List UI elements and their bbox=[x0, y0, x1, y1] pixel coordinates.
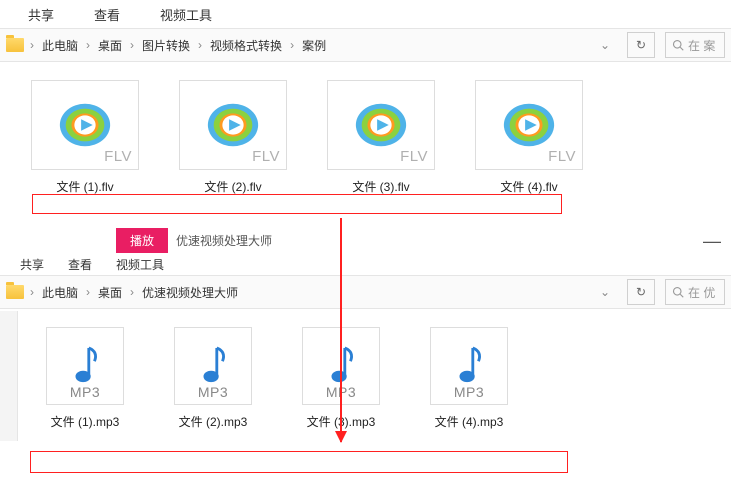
search-input[interactable]: 在 案 bbox=[665, 32, 725, 58]
ribbon-tabs: 共享 查看 视频工具 bbox=[0, 253, 731, 275]
file-item[interactable]: FLV 文件 (1).flv bbox=[25, 80, 145, 195]
ext-label: FLV bbox=[400, 148, 428, 165]
crumb[interactable]: 图片转换 bbox=[138, 35, 194, 56]
music-note-icon bbox=[66, 342, 104, 390]
tab-video-tools[interactable]: 视频工具 bbox=[152, 1, 220, 28]
file-item[interactable]: FLV 文件 (4).flv bbox=[469, 80, 589, 195]
ribbon-tabs: 共享 查看 视频工具 bbox=[0, 0, 731, 28]
music-note-icon bbox=[194, 342, 232, 390]
ext-label: FLV bbox=[252, 148, 280, 165]
chevron-icon: › bbox=[196, 38, 204, 52]
crumb[interactable]: 桌面 bbox=[94, 35, 126, 56]
chevron-icon: › bbox=[28, 285, 36, 299]
dropdown-icon[interactable]: ⌄ bbox=[593, 33, 617, 57]
file-grid: MP3 文件 (1).mp3 MP3 文件 (2).mp3 MP3 文件 (3)… bbox=[0, 309, 731, 440]
explorer-window-top: 共享 查看 视频工具 › 此电脑 › 桌面 › 图片转换 › 视频格式转换 › … bbox=[0, 0, 731, 213]
file-thumbnail: FLV bbox=[179, 80, 287, 170]
chevron-icon: › bbox=[128, 285, 136, 299]
file-item[interactable]: FLV 文件 (3).flv bbox=[321, 80, 441, 195]
filename: 文件 (3).mp3 bbox=[296, 409, 386, 430]
minimize-button[interactable]: — bbox=[703, 231, 721, 252]
crumb[interactable]: 优速视频处理大师 bbox=[138, 282, 242, 303]
tab-view[interactable]: 查看 bbox=[86, 1, 128, 28]
filename: 文件 (4).mp3 bbox=[424, 409, 514, 430]
file-thumbnail: MP3 bbox=[430, 327, 508, 405]
music-note-icon bbox=[322, 342, 360, 390]
crumb[interactable]: 桌面 bbox=[94, 282, 126, 303]
refresh-button[interactable]: ↻ bbox=[627, 279, 655, 305]
address-toolbar: › 此电脑 › 桌面 › 图片转换 › 视频格式转换 › 案例 ⌄ ↻ 在 案 bbox=[0, 28, 731, 62]
ext-label: MP3 bbox=[70, 384, 100, 400]
crumb[interactable]: 案例 bbox=[298, 35, 330, 56]
file-thumbnail: FLV bbox=[475, 80, 583, 170]
file-item[interactable]: MP3 文件 (4).mp3 bbox=[424, 327, 514, 430]
ext-label: MP3 bbox=[326, 384, 356, 400]
tab-share[interactable]: 共享 bbox=[20, 256, 44, 273]
chevron-icon: › bbox=[128, 38, 136, 52]
chevron-icon: › bbox=[84, 38, 92, 52]
filename: 文件 (1).mp3 bbox=[40, 409, 130, 430]
music-note-icon bbox=[450, 342, 488, 390]
ext-label: MP3 bbox=[198, 384, 228, 400]
filename: 文件 (2).mp3 bbox=[168, 409, 258, 430]
nav-pane-strip bbox=[0, 311, 18, 441]
crumb[interactable]: 视频格式转换 bbox=[206, 35, 286, 56]
search-icon bbox=[672, 286, 684, 298]
video-play-icon bbox=[352, 101, 410, 149]
file-grid: FLV 文件 (1).flv FLV 文件 (2).flv FLV 文件 (3)… bbox=[0, 62, 731, 213]
tab-play[interactable]: 播放 bbox=[116, 228, 168, 253]
file-item[interactable]: MP3 文件 (2).mp3 bbox=[168, 327, 258, 430]
chevron-icon: › bbox=[28, 38, 36, 52]
filename: 文件 (2).flv bbox=[173, 174, 293, 195]
file-thumbnail: FLV bbox=[31, 80, 139, 170]
tab-view[interactable]: 查看 bbox=[68, 256, 92, 273]
explorer-window-bottom: 播放 优速视频处理大师 共享 查看 视频工具 — › 此电脑 › 桌面 › 优速… bbox=[0, 225, 731, 440]
tab-video-tools[interactable]: 视频工具 bbox=[116, 256, 164, 273]
ext-label: FLV bbox=[104, 148, 132, 165]
file-thumbnail: MP3 bbox=[174, 327, 252, 405]
refresh-button[interactable]: ↻ bbox=[627, 32, 655, 58]
annotation-box bbox=[30, 451, 568, 473]
ext-label: MP3 bbox=[454, 384, 484, 400]
video-play-icon bbox=[56, 101, 114, 149]
folder-icon bbox=[6, 38, 24, 52]
search-placeholder: 在 案 bbox=[688, 37, 715, 54]
file-item[interactable]: MP3 文件 (1).mp3 bbox=[40, 327, 130, 430]
crumb[interactable]: 此电脑 bbox=[38, 35, 82, 56]
breadcrumb[interactable]: › 此电脑 › 桌面 › 优速视频处理大师 bbox=[28, 282, 589, 303]
chevron-icon: › bbox=[288, 38, 296, 52]
file-item[interactable]: MP3 文件 (3).mp3 bbox=[296, 327, 386, 430]
video-play-icon bbox=[204, 101, 262, 149]
file-thumbnail: MP3 bbox=[302, 327, 380, 405]
ext-label: FLV bbox=[548, 148, 576, 165]
filename: 文件 (1).flv bbox=[25, 174, 145, 195]
ribbon-special-row: 播放 优速视频处理大师 bbox=[0, 225, 731, 253]
chevron-icon: › bbox=[84, 285, 92, 299]
filename: 文件 (3).flv bbox=[321, 174, 441, 195]
folder-icon bbox=[6, 285, 24, 299]
search-icon bbox=[672, 39, 684, 51]
breadcrumb[interactable]: › 此电脑 › 桌面 › 图片转换 › 视频格式转换 › 案例 bbox=[28, 35, 589, 56]
video-play-icon bbox=[500, 101, 558, 149]
file-thumbnail: MP3 bbox=[46, 327, 124, 405]
tab-share[interactable]: 共享 bbox=[20, 1, 62, 28]
dropdown-icon[interactable]: ⌄ bbox=[593, 280, 617, 304]
file-thumbnail: FLV bbox=[327, 80, 435, 170]
file-item[interactable]: FLV 文件 (2).flv bbox=[173, 80, 293, 195]
address-toolbar: › 此电脑 › 桌面 › 优速视频处理大师 ⌄ ↻ 在 优 bbox=[0, 275, 731, 309]
filename: 文件 (4).flv bbox=[469, 174, 589, 195]
crumb[interactable]: 此电脑 bbox=[38, 282, 82, 303]
tab-app-label[interactable]: 优速视频处理大师 bbox=[168, 228, 280, 253]
search-placeholder: 在 优 bbox=[688, 284, 715, 301]
search-input[interactable]: 在 优 bbox=[665, 279, 725, 305]
